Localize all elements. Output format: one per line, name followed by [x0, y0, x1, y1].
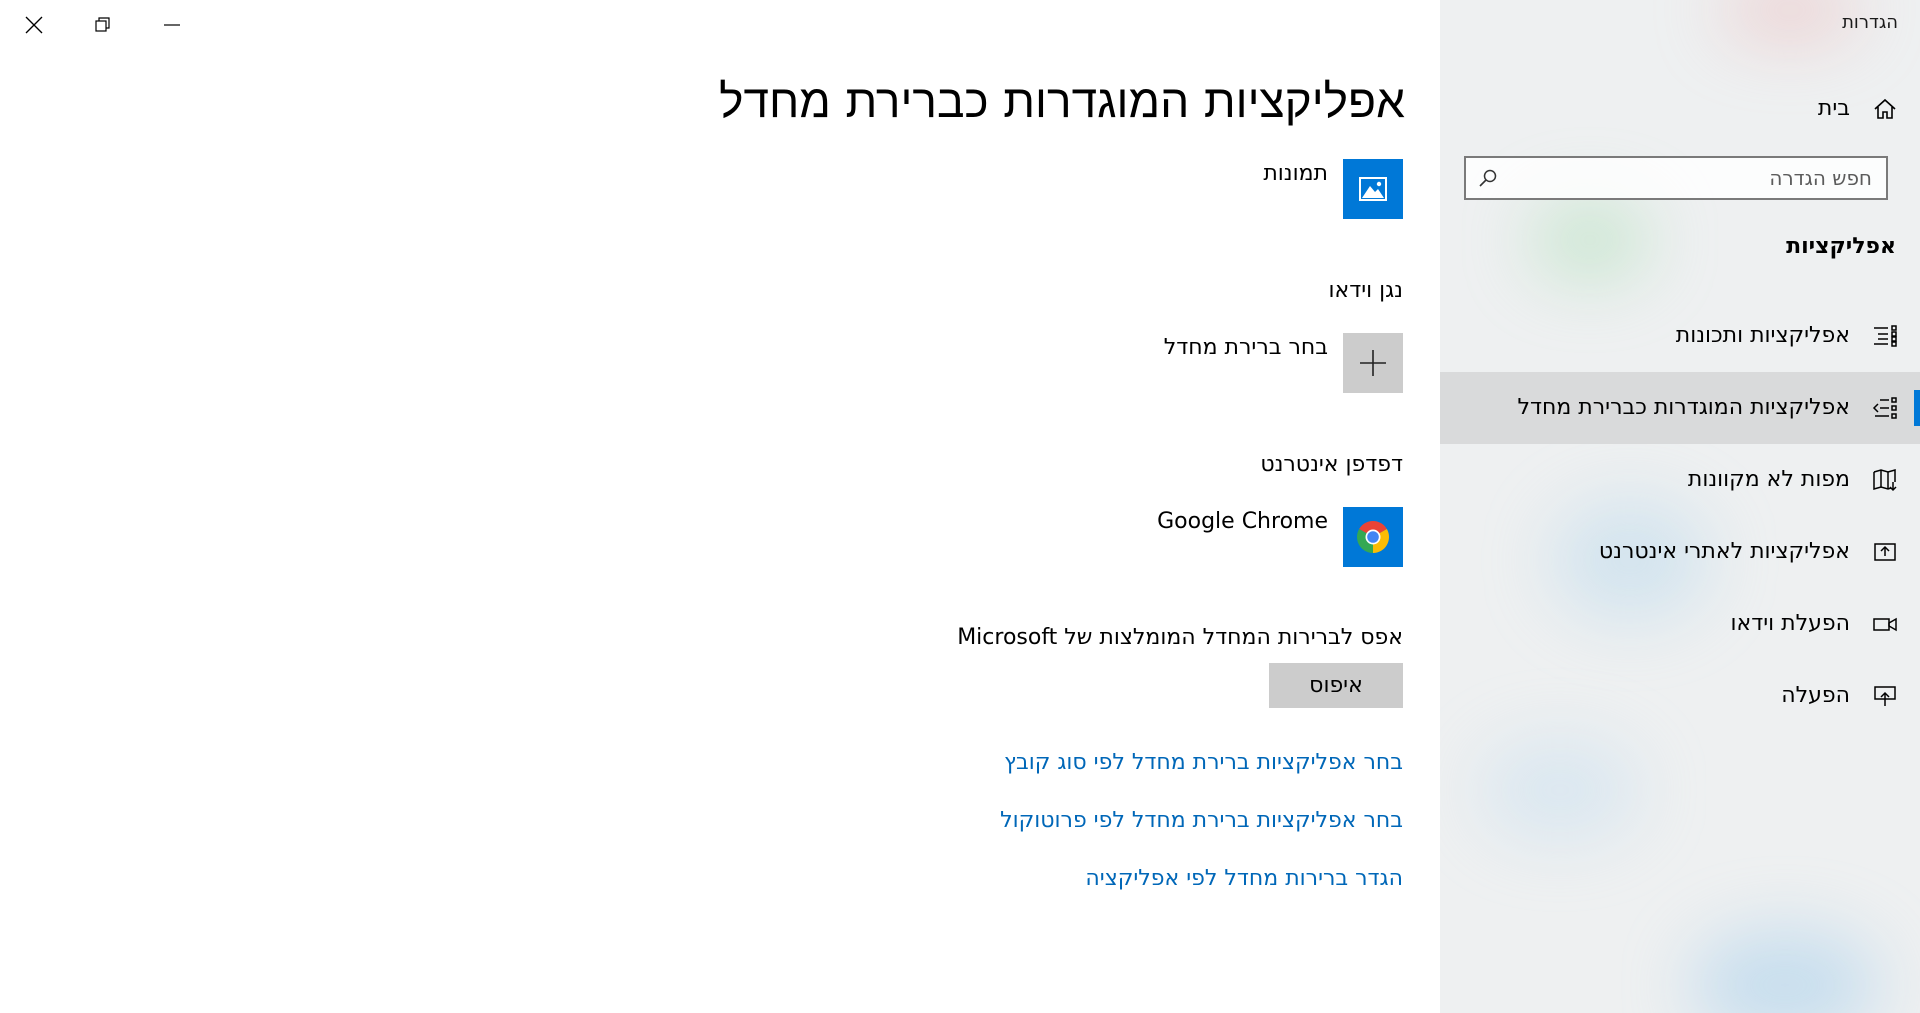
photos-app-icon: [1343, 159, 1403, 219]
sidebar-item-video-playback[interactable]: הפעלת וידאו: [1440, 588, 1920, 660]
sidebar-item-label: הפעלת וידאו: [1730, 611, 1850, 636]
minimize-icon: [163, 16, 181, 38]
link-by-app[interactable]: הגדר ברירות מחדל לפי אפליקציה: [1085, 866, 1403, 891]
sidebar-item-apps-features[interactable]: אפליקציות ותכונות: [1440, 300, 1920, 372]
sidebar-item-label: הפעלה: [1781, 683, 1850, 708]
restore-button[interactable]: [72, 0, 136, 48]
settings-sidebar: הגדרות בית אפליקציות אפליקציות ותכונות א…: [1440, 0, 1920, 1013]
search-icon: [1478, 168, 1498, 192]
photos-app-button[interactable]: תמונות: [883, 159, 1403, 219]
web-browser-app-name: Google Chrome: [1157, 509, 1328, 534]
apps-for-websites-icon: [1872, 540, 1898, 564]
link-by-file-type[interactable]: בחר אפליקציות ברירת מחדל לפי סוג קובץ: [1004, 750, 1403, 775]
sidebar-item-startup[interactable]: הפעלה: [1440, 660, 1920, 732]
video-player-label: נגן וידאו: [1328, 278, 1404, 303]
default-apps-icon: [1872, 396, 1898, 420]
startup-icon: [1872, 684, 1898, 708]
photos-app-name: תמונות: [1263, 161, 1328, 186]
sidebar-item-offline-maps[interactable]: מפות לא מקוונות: [1440, 444, 1920, 516]
apps-features-icon: [1872, 324, 1898, 348]
page-title: אפליקציות המוגדרות כברירת מחדל: [719, 74, 1405, 128]
close-icon: [25, 16, 43, 38]
home-icon: [1872, 97, 1898, 121]
home-label: בית: [1817, 96, 1850, 121]
selection-indicator: [1914, 390, 1920, 426]
app-title: הגדרות: [1842, 12, 1898, 33]
web-browser-label: דפדפן אינטרנט: [1260, 452, 1403, 477]
sidebar-item-label: אפליקציות ותכונות: [1675, 323, 1850, 348]
sidebar-item-label: מפות לא מקוונות: [1687, 467, 1850, 492]
video-playback-icon: [1872, 612, 1898, 636]
minimize-button[interactable]: [140, 0, 204, 48]
video-player-app-name: בחר ברירת מחדל: [1163, 335, 1328, 360]
restore-icon: [94, 16, 112, 38]
reset-button[interactable]: איפוס: [1269, 663, 1403, 708]
web-browser-button[interactable]: Google Chrome: [883, 507, 1403, 567]
plus-icon: [1343, 333, 1403, 393]
chrome-icon: [1343, 507, 1403, 567]
sidebar-item-home[interactable]: בית: [1440, 73, 1920, 145]
search-box: [1464, 156, 1888, 200]
sidebar-item-label: אפליקציות המוגדרות כברירת מחדל: [1517, 395, 1850, 420]
offline-maps-icon: [1872, 468, 1898, 492]
video-player-choose-button[interactable]: בחר ברירת מחדל: [883, 333, 1403, 393]
sidebar-item-label: אפליקציות לאתרי אינטרנט: [1598, 539, 1850, 564]
close-button[interactable]: [2, 0, 66, 48]
section-title: אפליקציות: [1786, 234, 1896, 259]
link-by-protocol[interactable]: בחר אפליקציות ברירת מחדל לפי פרוטוקול: [1000, 808, 1403, 833]
search-input[interactable]: [1506, 164, 1872, 192]
sidebar-item-apps-for-websites[interactable]: אפליקציות לאתרי אינטרנט: [1440, 516, 1920, 588]
sidebar-item-default-apps[interactable]: אפליקציות המוגדרות כברירת מחדל: [1440, 372, 1920, 444]
reset-label: אפס לברירות המחדל המומלצות של Microsoft: [957, 625, 1403, 650]
